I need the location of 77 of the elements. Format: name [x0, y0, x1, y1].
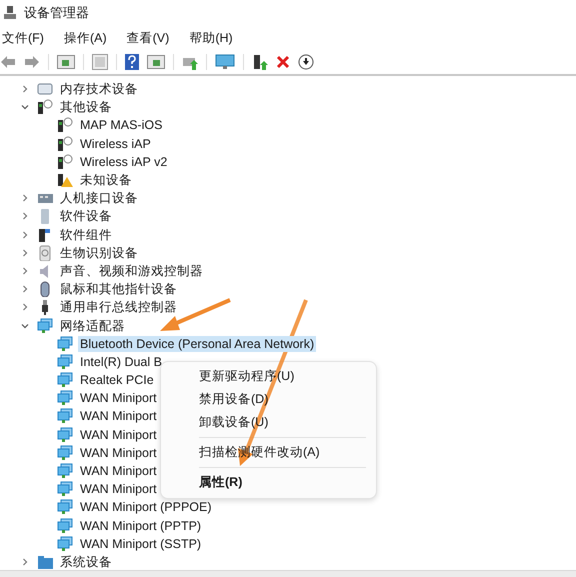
tree-item[interactable]: WAN Miniport	[78, 408, 159, 424]
close-icon[interactable]	[276, 55, 290, 69]
tree-item[interactable]: 网络适配器	[58, 318, 127, 334]
device-icon	[57, 117, 73, 134]
menu-item[interactable]: 查看(V)	[124, 28, 180, 48]
expand-chevron-icon[interactable]	[21, 303, 29, 312]
network-icon	[57, 444, 73, 461]
tree-item[interactable]: Intel(R) Dual B	[78, 354, 164, 370]
tree-item[interactable]: Wireless iAP	[78, 136, 153, 152]
window-title: 设备管理器	[24, 4, 89, 22]
tree-item[interactable]: WAN Miniport	[78, 481, 159, 498]
device-add-icon[interactable]	[252, 54, 268, 70]
tree-item[interactable]: 软件设备	[58, 208, 114, 224]
tree-item[interactable]: 通用串行总线控制器	[58, 299, 179, 316]
device-icon	[57, 136, 73, 152]
properties-icon[interactable]	[92, 54, 108, 70]
tree-item[interactable]: Wireless iAP v2	[78, 154, 170, 170]
tree-item[interactable]: WAN Miniport	[78, 463, 159, 480]
network-icon	[57, 354, 73, 370]
network-icon	[57, 536, 73, 552]
warning-device-icon	[57, 172, 73, 188]
menu-item[interactable]: 文件(F)	[0, 28, 54, 48]
tree-item[interactable]: WAN Miniport	[78, 426, 159, 443]
collapse-chevron-icon[interactable]	[21, 322, 29, 330]
expand-chevron-icon[interactable]	[21, 230, 29, 239]
tree-item[interactable]: 未知设备	[78, 172, 134, 188]
menu-item[interactable]: 属性(R)	[161, 471, 376, 494]
folder-icon	[37, 554, 53, 570]
network-icon	[57, 372, 73, 388]
expand-chevron-icon[interactable]	[21, 194, 29, 202]
network-icon	[37, 318, 53, 334]
tree-item[interactable]: WAN Miniport	[78, 444, 159, 461]
fingerprint-icon	[37, 244, 53, 261]
tree-item[interactable]: 其他设备	[58, 99, 114, 116]
tree-item[interactable]: WAN Miniport (SSTP)	[78, 536, 204, 552]
tree-item[interactable]: 声音、视频和游戏控制器	[58, 262, 205, 279]
expand-chevron-icon[interactable]	[21, 266, 29, 275]
tree-item[interactable]: WAN Miniport (PPTP)	[78, 518, 204, 534]
back-icon[interactable]	[0, 55, 16, 69]
monitor-icon[interactable]	[215, 54, 235, 70]
tree-item[interactable]: Bluetooth Device (Personal Area Network)	[78, 336, 316, 352]
tree-item[interactable]: 生物识别设备	[58, 244, 140, 261]
tree-item[interactable]: 软件组件	[58, 226, 114, 243]
menu-item[interactable]: 操作(A)	[62, 28, 117, 48]
help-icon[interactable]	[125, 54, 139, 70]
network-icon	[57, 390, 73, 406]
expand-chevron-icon[interactable]	[21, 285, 29, 294]
component-icon	[37, 226, 53, 243]
network-icon	[57, 481, 73, 498]
network-icon	[57, 408, 73, 424]
collapse-chevron-icon[interactable]	[21, 103, 29, 112]
tree-item[interactable]: WAN Miniport (PPPOE)	[78, 499, 214, 516]
tree-item[interactable]: 内存技术设备	[58, 81, 140, 98]
network-icon	[57, 463, 73, 480]
network-icon	[57, 336, 73, 352]
device-icon	[37, 99, 53, 116]
panel-icon[interactable]	[147, 55, 165, 69]
tree-item[interactable]: 系统设备	[58, 554, 114, 570]
tree-item[interactable]: MAP MAS-iOS	[78, 117, 164, 134]
download-icon[interactable]	[298, 54, 314, 70]
panel-icon[interactable]	[57, 55, 75, 69]
tree-item[interactable]: 鼠标和其他指针设备	[58, 281, 179, 298]
network-icon	[57, 499, 73, 516]
expand-chevron-icon[interactable]	[21, 248, 29, 257]
computer-icon	[2, 5, 18, 21]
network-icon	[57, 518, 73, 534]
device-icon	[57, 154, 73, 170]
expand-chevron-icon[interactable]	[21, 212, 29, 220]
network-icon	[57, 426, 73, 443]
tree-item[interactable]: Realtek PCIe	[78, 372, 156, 388]
menu-item[interactable]: 帮助(H)	[187, 28, 243, 48]
expand-chevron-icon[interactable]	[21, 85, 29, 94]
forward-icon[interactable]	[24, 55, 40, 69]
tree-item[interactable]: WAN Miniport	[78, 390, 159, 406]
memory-card-icon	[37, 81, 53, 98]
tree-item[interactable]: 人机接口设备	[58, 190, 140, 206]
expand-chevron-icon[interactable]	[21, 558, 29, 566]
